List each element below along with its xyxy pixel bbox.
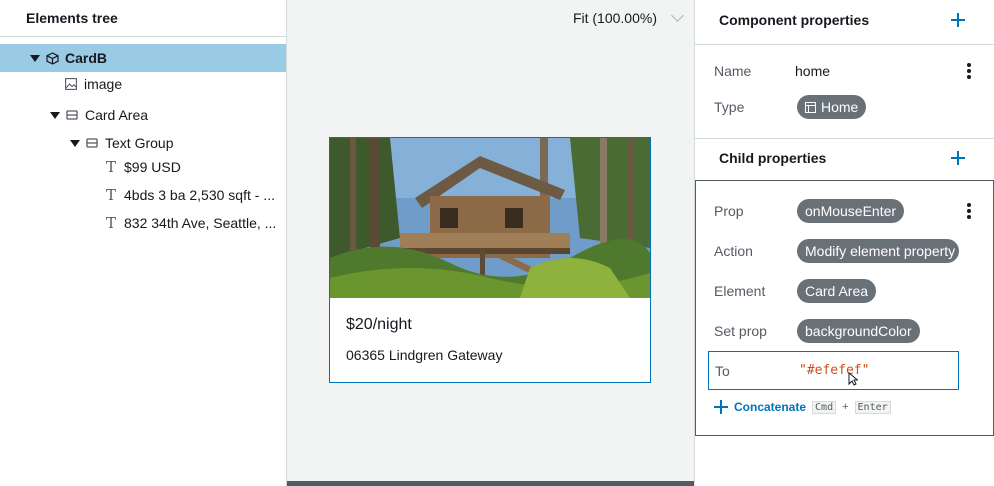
tree-item-label: 4bds 3 ba 2,530 sqft - ... <box>124 187 275 203</box>
caret-down-icon[interactable] <box>30 54 40 62</box>
card-price: $20/night <box>346 316 412 333</box>
tree-item-details-text[interactable]: T 4bds 3 ba 2,530 sqft - ... <box>0 181 286 209</box>
chevron-down-icon[interactable] <box>671 9 684 22</box>
type-label: Type <box>714 99 745 115</box>
prop-label: Prop <box>714 203 744 219</box>
plus-icon <box>714 400 728 414</box>
preview-card[interactable]: $20/night 06365 Lindgren Gateway <box>329 137 651 383</box>
image-icon <box>64 77 78 91</box>
component-icon <box>45 51 59 65</box>
element-row: Element Card Area <box>695 277 994 305</box>
divider <box>695 44 994 45</box>
name-value[interactable]: home <box>795 63 830 79</box>
to-value[interactable]: "#efefef" <box>799 363 869 378</box>
action-label: Action <box>714 243 753 259</box>
type-pill[interactable]: Home <box>797 95 867 119</box>
prop-pill[interactable]: onMouseEnter <box>797 199 905 223</box>
tree-item-label: Text Group <box>105 135 174 151</box>
text-icon: T <box>105 214 116 232</box>
flex-icon <box>85 136 99 150</box>
properties-panel: Component properties Name home Type Home… <box>694 0 994 486</box>
tree-item-address-text[interactable]: T 832 34th Ave, Seattle, ... <box>0 209 286 237</box>
concatenate-button[interactable]: Concatenate Cmd + Enter <box>714 400 891 414</box>
tree-item-price-text[interactable]: T $99 USD <box>0 153 286 181</box>
treehouse-image <box>330 138 650 298</box>
elements-tree-panel: Elements tree CardB image Card Area Text… <box>0 0 287 486</box>
to-label: To <box>715 363 730 379</box>
tree-item-image[interactable]: image <box>0 70 286 98</box>
card-image <box>330 138 650 298</box>
canvas-area: Fit (100.00%) $20/night 06365 Lindgren G… <box>287 0 694 486</box>
add-component-property-icon[interactable] <box>951 13 965 27</box>
layout-icon <box>805 101 816 113</box>
set-prop-pill[interactable]: backgroundColor <box>797 319 920 343</box>
child-properties-title: Child properties <box>719 150 827 166</box>
caret-down-icon[interactable] <box>50 111 60 119</box>
card-address: 06365 Lindgren Gateway <box>346 347 503 363</box>
zoom-label: Fit (100.00%) <box>572 10 657 26</box>
prop-row: Prop onMouseEnter <box>695 197 994 225</box>
component-properties-title: Component properties <box>719 12 870 28</box>
flex-icon <box>65 108 79 122</box>
element-pill[interactable]: Card Area <box>797 279 877 303</box>
text-icon: T <box>105 158 116 176</box>
tree-item-label: $99 USD <box>124 159 181 175</box>
type-row: Type Home <box>695 93 994 121</box>
name-label: Name <box>714 63 752 79</box>
mouse-cursor-icon <box>848 372 858 386</box>
action-pill[interactable]: Modify element property <box>797 239 959 263</box>
shortcut-plus: + <box>842 401 849 413</box>
tree-item-label: Card Area <box>85 107 149 123</box>
caret-down-icon[interactable] <box>70 139 80 147</box>
component-properties-header: Component properties <box>695 0 994 40</box>
action-row: Action Modify element property <box>695 237 994 265</box>
tree-item-card-area[interactable]: Card Area <box>0 101 286 129</box>
set-prop-label: Set prop <box>714 323 767 339</box>
more-options-icon[interactable] <box>967 63 971 79</box>
more-options-icon[interactable] <box>967 203 971 219</box>
concatenate-label: Concatenate <box>734 400 807 414</box>
shortcut-key-cmd: Cmd <box>812 400 837 414</box>
name-row: Name home <box>695 57 994 85</box>
element-label: Element <box>714 283 766 299</box>
tree-item-label: CardB <box>65 50 108 66</box>
shortcut-key-enter: Enter <box>854 400 891 414</box>
tree-item-cardb[interactable]: CardB <box>0 44 286 72</box>
to-value-field[interactable]: To "#efefef" <box>708 351 959 390</box>
tree-item-label: 832 34th Ave, Seattle, ... <box>124 215 277 231</box>
zoom-select[interactable]: Fit (100.00%) <box>572 9 684 26</box>
add-child-property-icon[interactable] <box>951 151 965 165</box>
child-properties-header: Child properties <box>695 138 994 178</box>
elements-tree-title: Elements tree <box>0 0 286 37</box>
set-prop-row: Set prop backgroundColor <box>695 317 994 345</box>
tree-item-label: image <box>84 76 123 92</box>
horizontal-scrollbar[interactable] <box>287 481 694 486</box>
text-icon: T <box>105 186 116 204</box>
type-value: Home <box>821 99 859 115</box>
